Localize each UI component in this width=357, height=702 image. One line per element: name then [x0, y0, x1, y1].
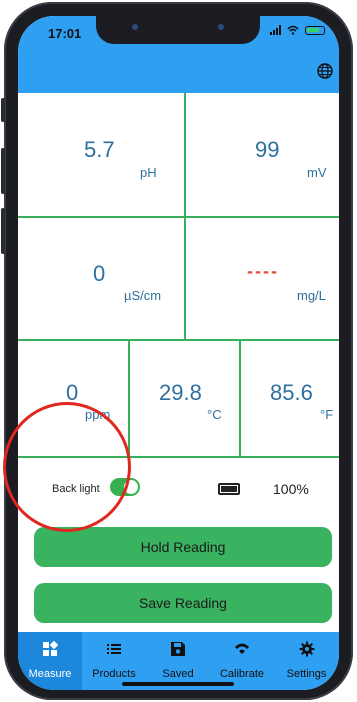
tab-label: Measure: [28, 668, 72, 680]
fahrenheit-value: 85.6: [270, 380, 313, 405]
hold-reading-button[interactable]: Hold Reading: [34, 527, 332, 567]
calibrate-icon: [235, 643, 249, 654]
save-icon: [171, 642, 185, 656]
status-time: 17:01: [48, 26, 82, 41]
celsius-value: 29.8: [159, 380, 202, 405]
save-reading-button[interactable]: Save Reading: [34, 583, 332, 623]
notch: [96, 16, 260, 44]
mute-switch: [1, 98, 5, 122]
mgl-cell: ---- mg/L: [185, 217, 339, 339]
volume-down-button: [1, 208, 5, 254]
tab-measure[interactable]: Measure: [18, 632, 82, 690]
conductivity-unit: µS/cm: [124, 288, 162, 303]
highlight-circle: [3, 402, 131, 532]
ph-value: 5.7: [84, 137, 115, 162]
sensor-dot: [132, 24, 138, 30]
fahrenheit-unit: °F: [320, 407, 334, 422]
phone-frame: 17:01 5.7 pH 99 mV 0 µS/cm ---- mg/L 0 p…: [1, 2, 353, 700]
celsius-unit: °C: [207, 407, 222, 422]
status-icons: [270, 25, 325, 35]
tab-label: Saved: [162, 668, 194, 680]
mv-cell: 99 mV: [185, 93, 339, 216]
list-icon: [107, 644, 121, 654]
conductivity-value: 0: [93, 261, 106, 286]
tab-label: Settings: [286, 668, 327, 680]
volume-up-button: [1, 148, 5, 194]
celsius-cell: 29.8 °C: [129, 340, 239, 456]
screen: 17:01 5.7 pH 99 mV 0 µS/cm ---- mg/L 0 p…: [18, 16, 339, 690]
tab-label: Calibrate: [219, 668, 265, 680]
app-header: 17:01: [18, 16, 339, 93]
gear-icon: [299, 641, 314, 657]
battery-percent: 100%: [273, 481, 309, 497]
status-battery-icon: [305, 25, 325, 35]
mgl-unit: mg/L: [297, 288, 326, 303]
ph-cell: 5.7 pH: [18, 93, 184, 216]
tab-settings[interactable]: Settings: [274, 632, 339, 690]
wifi-icon: [287, 25, 299, 35]
camera-dot: [218, 24, 224, 30]
mv-value: 99: [255, 137, 280, 162]
battery-icon: [218, 483, 240, 495]
tab-label: Products: [92, 668, 136, 680]
fahrenheit-cell: 85.6 °F: [240, 340, 339, 456]
signal-icon: [270, 25, 281, 35]
globe-icon[interactable]: [317, 63, 333, 79]
home-indicator[interactable]: [122, 682, 234, 686]
conductivity-cell: 0 µS/cm: [18, 217, 184, 339]
measure-icon: [43, 641, 58, 656]
mv-unit: mV: [307, 165, 327, 180]
mgl-value: ----: [247, 261, 279, 281]
ph-unit: pH: [140, 165, 157, 180]
